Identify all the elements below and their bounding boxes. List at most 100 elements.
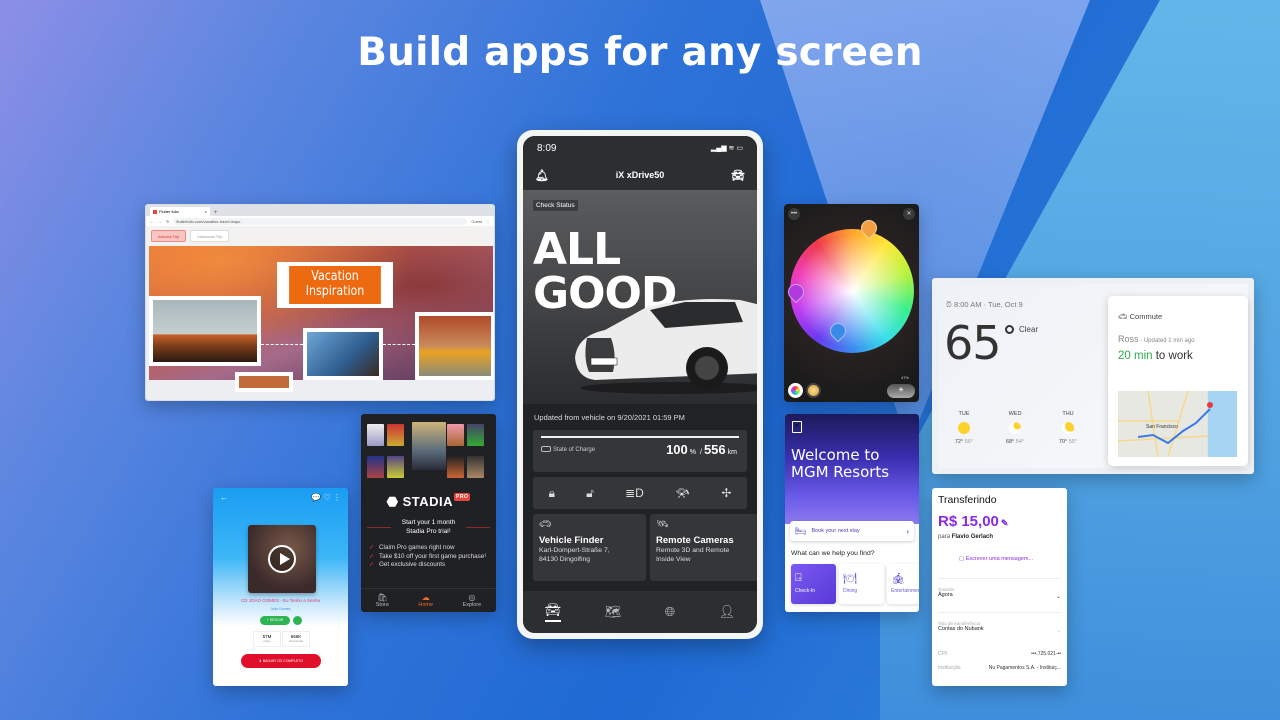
headlights-icon[interactable]: ≣D xyxy=(625,486,644,500)
nav-car-icon[interactable]: 🚘︎ xyxy=(544,602,562,622)
car-location-icon: 🚗︎ xyxy=(539,519,552,530)
home-icon: ☁ xyxy=(421,593,430,602)
color-mode-button[interactable] xyxy=(788,383,803,398)
more-icon[interactable]: ⋮ xyxy=(333,493,341,502)
unlock-icon[interactable]: 🔓︎ xyxy=(586,486,594,501)
battery-icon xyxy=(541,446,551,452)
transfer-amount[interactable]: R$ 15,00 ✎ xyxy=(938,513,1008,530)
remote-cameras-tile[interactable]: 🛰︎ Remote Cameras Remote 3D and Remote I… xyxy=(650,514,757,581)
browser-tab[interactable]: Flutter folio × xyxy=(150,207,210,216)
nav-explore[interactable]: ◎ Explore xyxy=(463,593,482,608)
featured-game-cover[interactable] xyxy=(412,422,446,470)
write-message-button[interactable]: ▢ Escrever uma mensagem... xyxy=(959,556,1033,562)
stadia-brand: STADIA xyxy=(402,494,454,509)
download-album-button[interactable]: ⬇ BAIXAR CD COMPLETO xyxy=(241,654,321,668)
book-stay-button[interactable]: 🛏︎ Book your next stay › xyxy=(790,521,914,541)
more-options-button[interactable]: ••• xyxy=(788,208,800,220)
car-switch-icon[interactable]: 🚘︎ xyxy=(731,169,745,182)
play-icon[interactable] xyxy=(268,545,296,573)
album-cover[interactable] xyxy=(248,525,316,593)
photo-canyon[interactable] xyxy=(235,372,293,392)
trip-tabs: Arizona Trip Indonesia Trip xyxy=(146,226,494,246)
game-cover[interactable] xyxy=(387,455,404,478)
board-title-card[interactable]: Vacation Inspiration xyxy=(277,262,393,308)
phone-bmw-app: 8:09 ▂▄▆ ≋ ▭ 🔔︎ iX xDrive50 🚘︎ Check Sta… xyxy=(517,130,763,639)
recipient: para Flavio Gerlach xyxy=(938,534,994,540)
mgm-hero: ◗ Welcome to MGM Resorts xyxy=(785,414,919,524)
white-mode-button[interactable] xyxy=(806,383,821,398)
charge-bar xyxy=(541,436,739,438)
dining-tile[interactable]: 🍽︎ Dining xyxy=(839,564,884,604)
vehicle-finder-tile[interactable]: 🚗︎ Vehicle Finder Karl-Dompert-Straße 7,… xyxy=(533,514,646,581)
when-field[interactable]: Quando Agora ⌄ xyxy=(938,578,1061,616)
car-icon: 🚗︎ xyxy=(1118,312,1130,321)
heart-icon[interactable]: ♡ xyxy=(324,493,331,502)
game-cover[interactable] xyxy=(447,424,464,446)
follow-button[interactable]: + SEGUIR xyxy=(260,616,290,625)
check-status-label[interactable]: Check Status xyxy=(533,200,578,211)
artist-link[interactable]: João Gomes xyxy=(213,607,348,611)
bmw-bottom-nav: 🚘︎ 🗺︎ 🌐︎ 👤︎ xyxy=(523,591,757,633)
transfer-type-field[interactable]: Tipo de transferência Contas do Nubank ⌄ xyxy=(938,612,1061,646)
check-in-tile[interactable]: ⍈ Check-In xyxy=(791,564,836,604)
close-button[interactable]: ✕ xyxy=(903,208,915,220)
nav-map-icon[interactable]: 🗺︎ xyxy=(605,604,622,620)
commute-header: 🚗︎ Commute xyxy=(1118,312,1163,321)
tile-title: Vehicle Finder xyxy=(539,535,604,546)
charge-value: 100%/556 km xyxy=(666,442,737,457)
game-cover[interactable] xyxy=(367,455,384,478)
nav-globe-icon[interactable]: 🌐︎ xyxy=(665,604,675,620)
forecast-day: WED 68° 54° xyxy=(1005,411,1025,445)
game-cover[interactable] xyxy=(467,455,484,478)
entertainment-tile[interactable]: 🎪︎Entertainment xyxy=(887,564,919,604)
forward-icon[interactable]: → xyxy=(158,219,162,224)
indonesia-trip-button[interactable]: Indonesia Trip xyxy=(190,230,230,242)
state-of-charge-card[interactable]: State of Charge 100%/556 km xyxy=(533,430,747,472)
message-icon: ▢ xyxy=(959,556,966,562)
trial-heading-line1: Start your 1 month xyxy=(401,519,456,526)
game-cover[interactable] xyxy=(467,424,484,446)
reload-icon[interactable]: ↻ xyxy=(166,219,169,224)
lock-icon[interactable]: 🔒︎ xyxy=(549,486,555,501)
new-tab-button[interactable]: + xyxy=(214,210,218,216)
brightness-slider[interactable]: ☀ xyxy=(887,383,915,398)
nav-home[interactable]: ☁ Home xyxy=(418,593,433,608)
download-small-button[interactable] xyxy=(293,616,302,625)
game-cover[interactable] xyxy=(387,424,404,446)
back-arrow-icon[interactable]: ← xyxy=(220,493,228,502)
perk-item: Claim Pro games right now xyxy=(369,544,496,553)
nav-store[interactable]: 🛍 Store xyxy=(376,593,389,608)
back-icon[interactable]: ← xyxy=(150,219,154,224)
moodboard-canvas[interactable]: Vacation Inspiration xyxy=(149,246,494,392)
game-cover[interactable] xyxy=(447,455,464,478)
horn-icon[interactable]: 📯︎ xyxy=(675,486,690,500)
status-hero: Check Status ALL GOOD xyxy=(523,190,757,404)
status-icons: ▂▄▆ ≋ ▭ xyxy=(710,145,743,152)
bell-icon[interactable]: 🔔︎ xyxy=(535,169,549,182)
address-bar-row: ← → ↻ flutterfolio.com/vacation-travel-i… xyxy=(146,216,494,226)
light-color-picker: ••• ✕ 47% ☀ xyxy=(784,204,919,402)
photo-owl[interactable] xyxy=(303,328,383,380)
guest-profile-button[interactable]: Guest xyxy=(471,219,482,224)
commute-map[interactable]: San Francisco xyxy=(1118,391,1237,457)
album-title: CD JOÃO GOMES - Eu Tenho a Senha xyxy=(241,598,320,603)
color-wheel[interactable] xyxy=(790,229,914,353)
tab-close-icon[interactable]: × xyxy=(205,209,207,214)
commute-card[interactable]: 🚗︎ Commute Ross · Updated 1 min ago 20 m… xyxy=(1108,296,1248,466)
comment-icon[interactable]: 💬 xyxy=(311,493,321,502)
browser-window: Flutter folio × + ← → ↻ flutterfolio.com… xyxy=(145,204,495,401)
url-field[interactable]: flutterfolio.com/vacation-travel-inspo xyxy=(173,217,468,225)
nav-profile-icon[interactable]: 👤︎ xyxy=(719,604,736,620)
game-cover[interactable] xyxy=(367,424,384,446)
arizona-trip-button[interactable]: Arizona Trip xyxy=(151,230,187,242)
music-top-bar: ← 💬 ♡ ⋮ xyxy=(213,488,348,507)
photo-van[interactable] xyxy=(415,312,494,380)
fan-icon[interactable]: ✢ xyxy=(721,486,731,500)
menu-icon[interactable]: ⋮ xyxy=(486,219,490,224)
trial-heading-line2: Stadia Pro trial¹ xyxy=(406,528,451,535)
stadia-controller-icon: ⬣ xyxy=(386,494,403,509)
connector-line xyxy=(261,344,303,345)
board-title-line2: Inspiration xyxy=(305,284,365,299)
photo-mesa[interactable] xyxy=(149,296,261,366)
app-bar: 🔔︎ iX xDrive50 🚘︎ xyxy=(523,160,757,190)
